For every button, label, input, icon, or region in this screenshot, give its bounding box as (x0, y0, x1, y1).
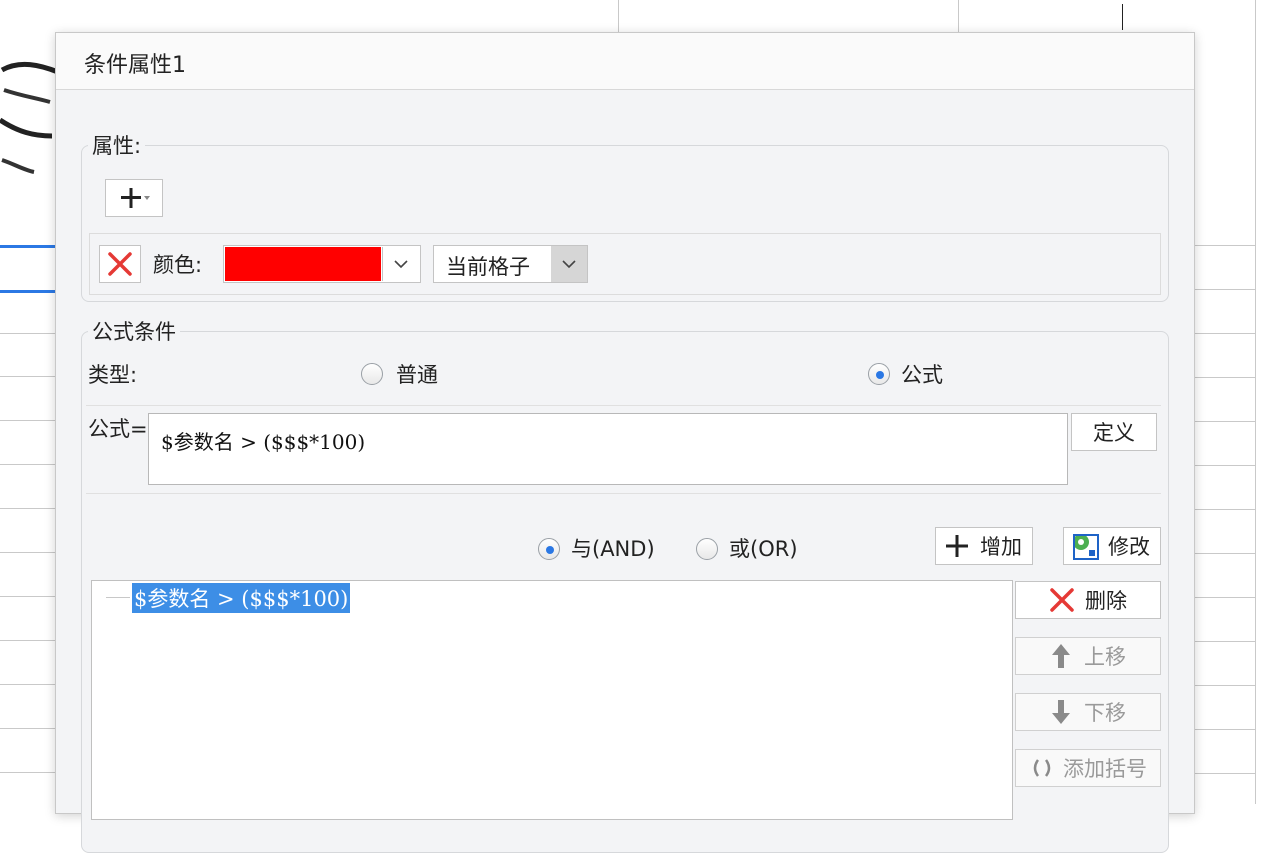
selection-border-bottom (0, 290, 55, 293)
delete-button[interactable]: 删除 (1015, 581, 1161, 619)
close-icon (1050, 588, 1074, 612)
define-button[interactable]: 定义 (1071, 413, 1157, 451)
formula-input[interactable]: $参数名 > ($$$*100) (148, 413, 1068, 485)
formula-input-value: $参数名 > ($$$*100) (161, 430, 366, 454)
add-condition-button[interactable]: 增加 (935, 527, 1033, 565)
logic-or-label[interactable]: 或(OR) (729, 533, 798, 563)
condition-list[interactable]: $参数名 > ($$$*100) (91, 580, 1013, 820)
type-formula-label[interactable]: 公式 (901, 359, 943, 389)
color-picker[interactable] (223, 245, 421, 283)
logic-and-label[interactable]: 与(AND) (571, 533, 655, 563)
scope-select-toggle[interactable] (551, 246, 587, 282)
modify-condition-label: 修改 (1108, 535, 1150, 559)
chevron-down-icon (394, 260, 408, 269)
close-icon (108, 252, 132, 276)
formula-condition-legend: 公式条件 (88, 316, 180, 346)
logic-and-radio[interactable] (538, 538, 560, 560)
type-formula-radio[interactable] (868, 363, 890, 385)
brackets-icon (1033, 759, 1051, 777)
move-down-button[interactable]: 下移 (1015, 693, 1161, 731)
logic-or-radio[interactable] (696, 538, 718, 560)
scope-select[interactable]: 当前格子 (433, 245, 588, 283)
plus-icon (946, 535, 968, 557)
formula-label: 公式= (88, 417, 148, 441)
modify-condition-button[interactable]: 修改 (1063, 527, 1161, 565)
dialog-title: 条件属性1 (84, 53, 186, 78)
chevron-down-icon (562, 260, 576, 269)
brush-stroke-decoration (0, 61, 59, 174)
dialog-title-bar[interactable]: 条件属性1 (56, 33, 1194, 90)
add-brackets-button[interactable]: 添加括号 (1015, 749, 1161, 787)
color-label: 颜色: (153, 253, 203, 277)
tree-connector (106, 597, 130, 598)
remove-property-button[interactable] (99, 245, 141, 283)
arrow-up-icon (1052, 644, 1070, 668)
scope-select-value: 当前格子 (446, 255, 530, 279)
condition-properties-dialog: 条件属性1 属性: 颜色: 当前格子 公式条件 类型: 普通 公式 公式= $参… (55, 32, 1195, 853)
move-down-label: 下移 (1084, 701, 1126, 725)
condition-list-item[interactable]: $参数名 > ($$$*100) (132, 583, 351, 613)
add-condition-label: 增加 (980, 535, 1022, 559)
move-up-button[interactable]: 上移 (1015, 637, 1161, 675)
properties-legend: 属性: (88, 130, 146, 160)
type-normal-radio[interactable] (361, 363, 383, 385)
plus-dropdown-icon (121, 188, 150, 208)
type-normal-label[interactable]: 普通 (396, 359, 438, 389)
delete-label: 删除 (1085, 589, 1127, 613)
color-swatch (225, 247, 381, 281)
add-brackets-label: 添加括号 (1063, 757, 1147, 781)
move-up-label: 上移 (1084, 645, 1126, 669)
type-label: 类型: (88, 363, 138, 387)
edit-gear-icon (1073, 534, 1099, 560)
arrow-down-icon (1052, 700, 1070, 724)
add-property-button[interactable] (105, 179, 163, 217)
selection-border-top (0, 245, 55, 248)
